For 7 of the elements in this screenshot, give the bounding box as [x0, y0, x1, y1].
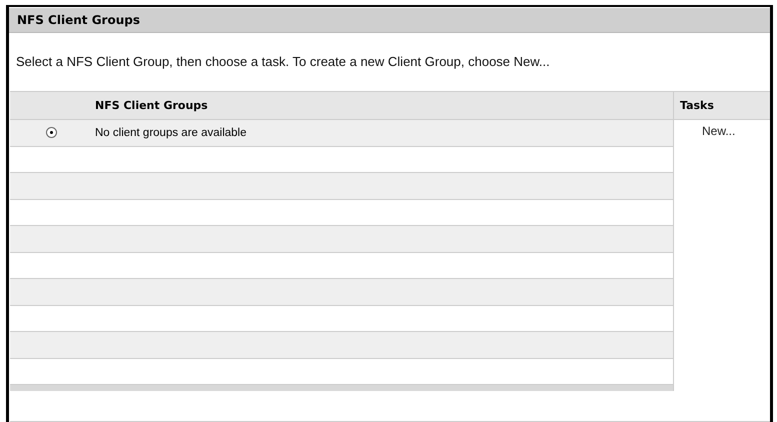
new-link[interactable]: New...	[674, 120, 770, 138]
panel-title: NFS Client Groups	[9, 8, 770, 33]
radio-button[interactable]	[46, 127, 57, 138]
column-header: Tasks	[679, 99, 714, 112]
table-cell: No client groups are available	[95, 126, 247, 139]
column-header: NFS Client Groups	[94, 99, 208, 112]
instruction-text: Select a NFS Client Group, then choose a task. To create a new Client Group, choose New...	[15, 53, 551, 71]
